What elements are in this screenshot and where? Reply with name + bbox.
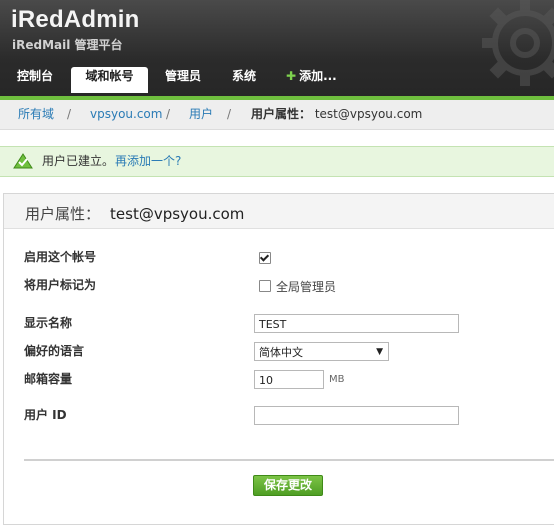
tab-system[interactable]: 系统 <box>222 67 266 93</box>
tab-dashboard[interactable]: 控制台 <box>7 67 63 93</box>
form-divider <box>24 459 554 461</box>
breadcrumb-current: 用户属性： test@vpsyou.com <box>251 100 422 129</box>
enable-account-label: 启用这个帐号 <box>24 250 97 264</box>
breadcrumb-domain[interactable]: vpsyou.com <box>90 100 162 129</box>
save-changes-button[interactable]: 保存更改 <box>253 475 323 496</box>
app-subtitle: iRedMail 管理平台 <box>12 38 123 52</box>
app-logo-title: iRedAdmin <box>11 6 140 33</box>
panel-title-email: test@vpsyou.com <box>110 205 245 223</box>
gear-icon <box>482 0 554 86</box>
breadcrumb-separator: / <box>166 107 171 121</box>
breadcrumb-current-value: test@vpsyou.com <box>314 107 423 121</box>
add-another-link[interactable]: 再添加一个? <box>115 147 181 176</box>
breadcrumb: 所有域 / vpsyou.com / 用户 / 用户属性： test@vpsyo… <box>0 100 554 130</box>
mailbox-quota-field[interactable]: 10 <box>254 370 324 389</box>
preferred-language-label: 偏好的语言 <box>24 344 85 358</box>
display-name-label: 显示名称 <box>24 316 73 330</box>
breadcrumb-separator: / <box>227 107 232 121</box>
enable-account-checkbox[interactable] <box>259 252 271 264</box>
mailbox-quota-label: 邮箱容量 <box>24 372 73 386</box>
breadcrumb-current-label: 用户属性： <box>251 107 312 121</box>
preferred-language-select[interactable]: 简体中文 ▼ <box>254 342 389 361</box>
tab-add-label: 添加... <box>299 69 337 83</box>
breadcrumb-all-domains[interactable]: 所有域 <box>18 100 54 129</box>
dropdown-arrow-icon: ▼ <box>376 347 383 357</box>
tab-domains-accounts[interactable]: 域和帐号 <box>71 67 148 93</box>
plus-icon: ✚ <box>286 69 297 83</box>
breadcrumb-users[interactable]: 用户 <box>189 100 213 129</box>
quota-unit: MB <box>329 374 345 385</box>
panel-title-label: 用户属性： <box>25 205 101 223</box>
success-alert: 用户已建立。 再添加一个? <box>0 146 554 177</box>
global-admin-checkbox[interactable] <box>259 280 271 292</box>
alert-message: 用户已建立。 <box>42 154 115 168</box>
top-header: iRedAdmin iRedMail 管理平台 控制台 域和帐号 管理员 系统 … <box>0 0 554 99</box>
preferred-language-value: 简体中文 <box>259 346 303 359</box>
panel-header: 用户属性： test@vpsyou.com <box>4 194 554 229</box>
tab-add[interactable]: ✚ 添加... <box>276 67 347 93</box>
user-id-field[interactable] <box>254 406 459 425</box>
user-id-label: 用户 ID <box>24 408 67 422</box>
global-admin-label: 全局管理员 <box>276 280 337 294</box>
display-name-field[interactable]: TEST <box>254 314 459 333</box>
success-triangle-icon <box>13 153 33 169</box>
breadcrumb-separator: / <box>67 107 72 121</box>
panel-title: 用户属性： test@vpsyou.com <box>25 203 244 224</box>
tab-admins[interactable]: 管理员 <box>155 67 211 93</box>
mark-user-as-label: 将用户标记为 <box>24 278 97 292</box>
